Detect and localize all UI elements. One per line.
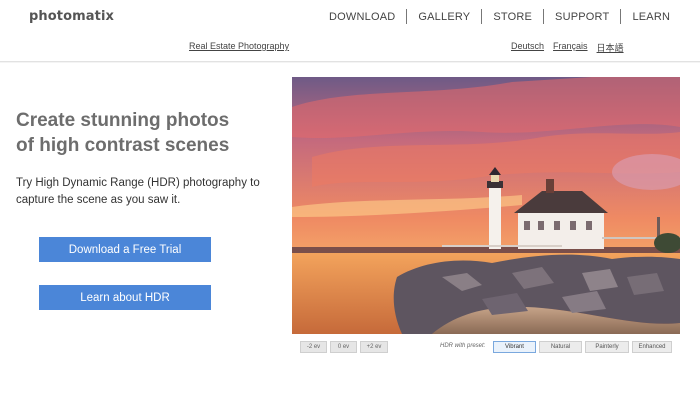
nav-support[interactable]: SUPPORT — [544, 10, 620, 24]
preset-enhanced-button[interactable]: Enhanced — [632, 341, 672, 353]
ev-plus-2-button[interactable]: +2 ev — [360, 341, 388, 353]
lang-japanese[interactable]: 日本語 — [597, 41, 624, 54]
viewer-controls: -2 ev 0 ev +2 ev HDR with preset: Vibran… — [292, 341, 680, 355]
preset-painterly-button[interactable]: Painterly — [585, 341, 629, 353]
subtext-line-1: Try High Dynamic Range (HDR) photography… — [16, 177, 260, 189]
site-header: photomatix DOWNLOAD GALLERY STORE SUPPOR… — [0, 0, 700, 62]
main-nav: DOWNLOAD GALLERY STORE SUPPORT LEARN — [318, 9, 681, 24]
ev-minus-2-button[interactable]: -2 ev — [300, 341, 327, 353]
nav-learn[interactable]: LEARN — [621, 10, 681, 24]
lang-francais[interactable]: Français — [553, 41, 588, 54]
download-trial-button[interactable]: Download a Free Trial — [39, 237, 211, 262]
preset-natural-button[interactable]: Natural — [539, 341, 582, 353]
language-links: Deutsch Français 日本語 — [511, 41, 624, 54]
hero-subtext: Try High Dynamic Range (HDR) photography… — [16, 175, 276, 209]
photomatix-logo[interactable]: photomatix — [29, 9, 114, 24]
lang-deutsch[interactable]: Deutsch — [511, 41, 544, 54]
lighthouse-sunset-photo — [292, 77, 680, 334]
hero-headline: Create stunning photos of high contrast … — [16, 108, 276, 158]
headline-line-2: of high contrast scenes — [16, 135, 230, 156]
learn-hdr-button[interactable]: Learn about HDR — [39, 285, 211, 310]
photo-illustration — [292, 77, 680, 334]
headline-line-1: Create stunning photos — [16, 110, 230, 131]
nav-download[interactable]: DOWNLOAD — [318, 10, 406, 24]
nav-gallery[interactable]: GALLERY — [407, 10, 481, 24]
preset-label: HDR with preset: — [440, 343, 486, 349]
nav-store[interactable]: STORE — [482, 10, 543, 24]
hero-section: Create stunning photos of high contrast … — [0, 63, 700, 414]
preset-vibrant-button[interactable]: Vibrant — [493, 341, 536, 353]
real-estate-link[interactable]: Real Estate Photography — [189, 41, 289, 51]
subtext-line-2: capture the scene as you saw it. — [16, 194, 181, 206]
ev-0-button[interactable]: 0 ev — [330, 341, 357, 353]
